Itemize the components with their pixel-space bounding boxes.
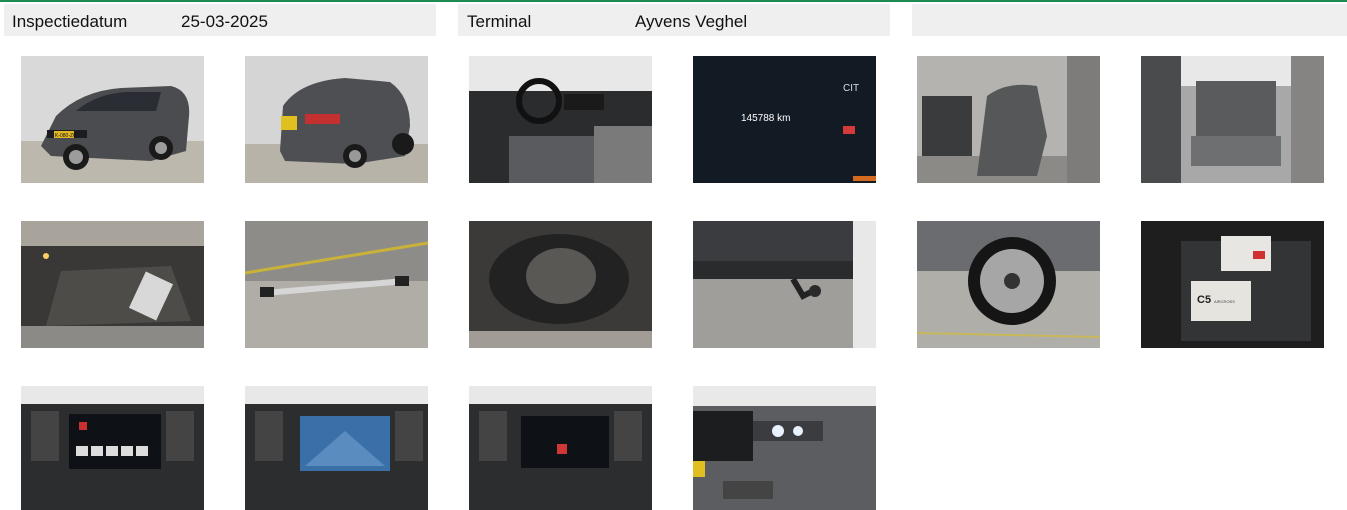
photo-wheel[interactable]	[917, 221, 1100, 348]
photo-trunk[interactable]	[21, 221, 204, 348]
photo-plate-text: K-080-ZG	[55, 133, 77, 139]
photo-front-three-quarter[interactable]: K-080-ZG	[21, 56, 204, 183]
photo-infotainment-menu[interactable]	[21, 386, 204, 510]
terminal-cell: Terminal Ayvens Veghel	[458, 4, 890, 36]
photo-roof-bars[interactable]	[245, 221, 428, 348]
photo-manual-on-seat[interactable]: C5 AIRCROSS	[1141, 221, 1324, 348]
photo-front-seats[interactable]	[917, 56, 1100, 183]
terminal-label: Terminal	[467, 12, 532, 31]
photo-dashboard-interior[interactable]	[469, 56, 652, 183]
inspection-date-label: Inspectiedatum	[12, 12, 128, 31]
manual-title-text: C5	[1197, 294, 1211, 306]
photo-tow-bar[interactable]	[693, 221, 876, 348]
photo-spare-wheel[interactable]	[469, 221, 652, 348]
manual-subtitle-text: AIRCROSS	[1214, 299, 1235, 304]
svg-text:CIT: CIT	[843, 83, 859, 94]
empty-header-cell	[912, 4, 1347, 36]
photo-headlight[interactable]	[693, 386, 876, 510]
photo-rear-three-quarter[interactable]	[245, 56, 428, 183]
terminal-value: Ayvens Veghel	[635, 12, 748, 31]
odometer-reading-text: 145788 km	[741, 113, 790, 124]
inspection-date-cell: Inspectiedatum 25-03-2025	[4, 4, 436, 36]
photo-rear-seats[interactable]	[1141, 56, 1324, 183]
photo-climate-controls[interactable]	[469, 386, 652, 510]
top-accent-rule	[0, 0, 1347, 2]
photo-odometer[interactable]: 145788 km CIT	[693, 56, 876, 183]
inspection-date-value: 25-03-2025	[181, 12, 268, 31]
photo-infotainment-navigation[interactable]	[245, 386, 428, 510]
